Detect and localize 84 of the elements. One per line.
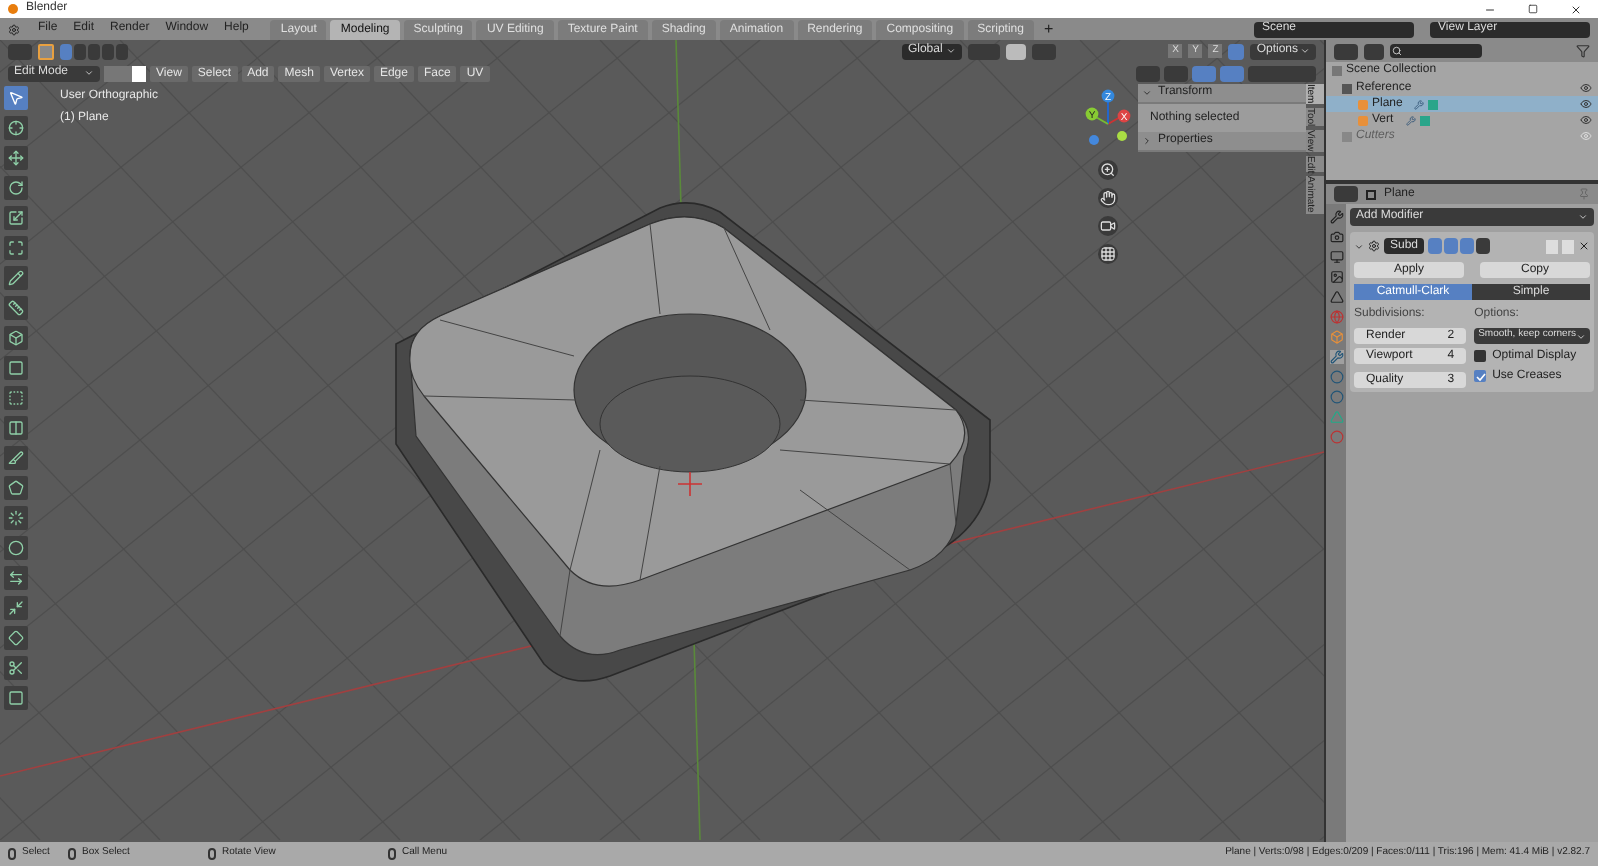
viewport-toggle[interactable]: [1164, 65, 1188, 81]
scissors-icon[interactable]: [4, 656, 28, 680]
select-tool-icon[interactable]: [4, 86, 28, 110]
selection-mode-toggle[interactable]: [60, 43, 72, 59]
tool-settings-button[interactable]: [38, 43, 54, 59]
move-icon[interactable]: [4, 146, 28, 170]
crosshair-icon[interactable]: [4, 116, 28, 140]
columns-icon[interactable]: [4, 416, 28, 440]
cube-icon[interactable]: [4, 326, 28, 350]
app-logo-icon[interactable]: [8, 23, 20, 35]
filter-icon[interactable]: [1576, 44, 1590, 58]
display-mode-button[interactable]: [1364, 43, 1384, 59]
selection-mode-toggle[interactable]: [74, 43, 86, 59]
viewport-toggle[interactable]: [1248, 65, 1316, 81]
pentagon-icon[interactable]: [4, 476, 28, 500]
eye-icon[interactable]: [1580, 82, 1592, 94]
viewport-toggle[interactable]: [1220, 65, 1244, 81]
search-field[interactable]: [1390, 44, 1482, 58]
element-mode-toggle[interactable]: [104, 65, 118, 81]
square-icon[interactable]: [4, 356, 28, 380]
display-toggle[interactable]: [1444, 238, 1459, 254]
blender-logo-icon: [8, 4, 18, 14]
knife-icon[interactable]: [4, 446, 28, 470]
caret-icon: [1576, 331, 1586, 341]
caret-icon[interactable]: [1354, 241, 1364, 251]
circle-icon[interactable]: [4, 536, 28, 560]
close-icon[interactable]: [1570, 3, 1582, 15]
eye-icon[interactable]: [1580, 98, 1592, 110]
mesh-object-icon: [1366, 189, 1376, 199]
caret-icon: [84, 68, 94, 78]
maximize-icon[interactable]: [1528, 4, 1538, 14]
proportional-button[interactable]: [1006, 43, 1027, 59]
display-toggle[interactable]: [1476, 238, 1491, 254]
shrink-icon[interactable]: [4, 596, 28, 620]
monitor-tab-icon[interactable]: [1329, 250, 1343, 264]
minimize-icon[interactable]: [1484, 3, 1496, 15]
modifier-icon: [1368, 240, 1380, 252]
wrench-icon: [1414, 99, 1425, 109]
rotate-icon[interactable]: [4, 176, 28, 200]
checkbox[interactable]: [1474, 370, 1487, 382]
add-workspace-button[interactable]: +: [1037, 17, 1060, 41]
triangle-tab-icon[interactable]: [1329, 290, 1343, 304]
hand-icon[interactable]: [1098, 188, 1118, 208]
xray-toggle[interactable]: [1228, 43, 1245, 59]
zoom-icon[interactable]: [1098, 160, 1118, 180]
editor-type-button[interactable]: [1334, 186, 1358, 202]
grid-icon[interactable]: [1098, 244, 1118, 264]
tool-tab-icon[interactable]: [1329, 210, 1343, 224]
wrench-icon: [1405, 115, 1416, 125]
checkbox[interactable]: [1474, 350, 1487, 362]
mouse-icon: [68, 848, 76, 860]
display-toggle[interactable]: [1428, 238, 1443, 254]
mouse-icon: [388, 848, 396, 860]
eye-icon[interactable]: [1580, 114, 1592, 126]
transform-icon[interactable]: [4, 236, 28, 260]
search-icon: [1392, 46, 1402, 56]
spinner-icon[interactable]: [4, 506, 28, 530]
display-toggle[interactable]: [1460, 238, 1475, 254]
selection-mode-toggle[interactable]: [88, 43, 100, 59]
selection-mode-toggle[interactable]: [102, 43, 114, 59]
caret-icon: [1300, 46, 1310, 56]
collection-icon: [1342, 131, 1352, 141]
camera-tab-icon[interactable]: [1329, 230, 1343, 244]
mouse-icon: [208, 848, 216, 860]
wrench-tab-icon[interactable]: [1329, 350, 1343, 364]
image-tab-icon[interactable]: [1329, 270, 1343, 284]
selection-mode-toggle[interactable]: [116, 43, 128, 59]
mouse-icon: [8, 848, 16, 860]
scale-icon[interactable]: [4, 206, 28, 230]
camera-icon[interactable]: [1098, 216, 1118, 236]
arrows-icon[interactable]: [4, 566, 28, 590]
dashed-square-icon[interactable]: [4, 386, 28, 410]
viewport-toggle[interactable]: [1136, 65, 1160, 81]
caret-icon: [946, 46, 957, 56]
element-mode-toggle[interactable]: [118, 65, 132, 81]
caret-icon: [1578, 212, 1588, 222]
pencil-icon[interactable]: [4, 266, 28, 290]
close-icon[interactable]: [1578, 240, 1590, 252]
element-mode-toggle[interactable]: [132, 65, 146, 81]
viewport-toggle[interactable]: [1192, 65, 1216, 81]
square-icon[interactable]: [4, 686, 28, 710]
editor-type-button[interactable]: [1334, 43, 1358, 59]
ruler-icon[interactable]: [4, 296, 28, 320]
diamond-icon[interactable]: [4, 626, 28, 650]
